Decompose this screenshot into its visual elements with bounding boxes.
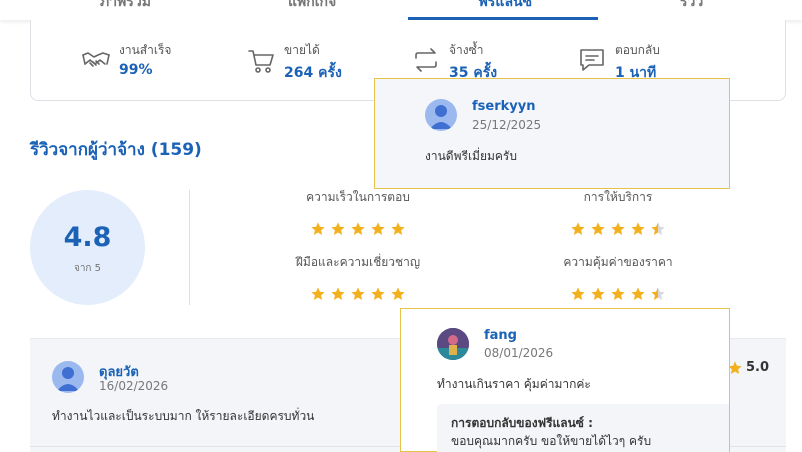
star-icon xyxy=(331,287,345,300)
star-icon xyxy=(391,222,405,235)
rating-score: 4.8 xyxy=(63,222,112,253)
criterion-label: การให้บริการ xyxy=(583,190,653,204)
repeat-icon xyxy=(415,48,437,72)
criterion-service: การให้บริการ xyxy=(508,188,728,239)
criterion-value: ความคุ้มค่าของราคา xyxy=(508,253,728,304)
reviewer-name[interactable]: fserkyyn xyxy=(472,99,535,114)
rating-score-sub: จาก 5 xyxy=(73,263,102,274)
tab-bar: ภาพรวม แพ็กเกจ ฟรีแลนซ์ รีวิว xyxy=(0,0,802,20)
stat-label: ตอบกลับ xyxy=(615,43,660,57)
review-popup: fang 08/01/2026 ทำงานเกินราคา คุ้มค่ามาก… xyxy=(400,308,730,452)
stat-label: จ้างซ้ำ xyxy=(449,43,484,57)
star-icon xyxy=(391,287,405,300)
criterion-response-speed: ความเร็วในการตอบ xyxy=(248,188,468,239)
star-icon xyxy=(591,287,605,300)
criterion-skill: ฝีมือและความเชี่ยวชาญ xyxy=(248,253,468,304)
star-icon xyxy=(611,287,625,300)
review-text: ทำงานไวและเป็นระบบมาก ให้รายละเอียดครบทั… xyxy=(52,409,315,423)
star-icon xyxy=(571,222,585,235)
review-date: 08/01/2026 xyxy=(484,346,554,360)
tab-overview[interactable]: ภาพรวม xyxy=(100,0,151,13)
popup-content: fserkyyn 25/12/2025 งานดีพรีเมี่ยมครับ xyxy=(403,79,729,188)
review-score: 5.0 xyxy=(746,360,770,375)
reply-text: ขอบคุณมากครับ ขอให้ขายได้ไวๆ ครับ xyxy=(451,434,652,448)
star-icon xyxy=(651,287,665,300)
criterion-label: ความเร็วในการตอบ xyxy=(306,190,410,204)
user-photo-icon xyxy=(437,328,469,360)
stat-value: 264 ครั้ง xyxy=(284,65,342,81)
tab-packages[interactable]: แพ็กเกจ xyxy=(288,0,336,13)
review-text: ทำงานเกินราคา คุ้มค่ามากค่ะ xyxy=(437,377,591,391)
star-icon xyxy=(651,222,665,235)
user-icon xyxy=(430,105,452,129)
star-icon xyxy=(591,222,605,235)
reply-title: การตอบกลับของฟรีแลนซ์ : xyxy=(451,416,593,430)
divider xyxy=(189,190,190,305)
stat-label: ขายได้ xyxy=(284,43,320,57)
star-icon xyxy=(331,222,345,235)
handshake-icon xyxy=(82,52,110,67)
star-icon xyxy=(351,287,365,300)
freelancer-reply: การตอบกลับของฟรีแลนซ์ : ขอบคุณมากครับ ขอ… xyxy=(437,404,729,452)
reviewer-name[interactable]: fang xyxy=(484,328,517,343)
star-icon xyxy=(371,222,385,235)
star-icon xyxy=(371,287,385,300)
tab-reviews[interactable]: รีวิว xyxy=(680,0,703,13)
review-date: 25/12/2025 xyxy=(472,118,542,132)
review-date: 16/02/2026 xyxy=(99,379,169,393)
user-icon xyxy=(57,367,79,391)
star-rating xyxy=(508,221,728,239)
rating-score-circle: 4.8 จาก 5 xyxy=(30,190,145,305)
star-icon xyxy=(571,287,585,300)
avatar[interactable] xyxy=(425,99,457,131)
cart-icon xyxy=(248,50,274,73)
criterion-label: ฝีมือและความเชี่ยวชาญ xyxy=(295,255,421,269)
star-rating xyxy=(248,221,468,239)
star-icon xyxy=(351,222,365,235)
message-icon xyxy=(580,49,604,71)
stat-label: งานสำเร็จ xyxy=(119,43,172,57)
stat-value: 99% xyxy=(119,62,153,78)
star-rating xyxy=(508,286,728,304)
reviews-title: รีวิวจากผู้ว่าจ้าง (159) xyxy=(30,140,202,160)
criterion-label: ความคุ้มค่าของราคา xyxy=(563,255,673,269)
star-icon xyxy=(311,222,325,235)
tab-freelancer[interactable]: ฟรีแลนซ์ xyxy=(478,0,532,13)
star-icon xyxy=(631,222,645,235)
avatar[interactable] xyxy=(437,328,469,360)
star-icon xyxy=(311,287,325,300)
page: ภาพรวม แพ็กเกจ ฟรีแลนซ์ รีวิว งานสำเร็จ … xyxy=(0,0,802,452)
star-icon xyxy=(611,222,625,235)
review-text: งานดีพรีเมี่ยมครับ xyxy=(425,149,517,163)
review-popup: fserkyyn 25/12/2025 งานดีพรีเมี่ยมครับ xyxy=(374,78,730,189)
star-rating xyxy=(248,286,468,304)
star-icon xyxy=(631,287,645,300)
avatar[interactable] xyxy=(52,361,84,393)
